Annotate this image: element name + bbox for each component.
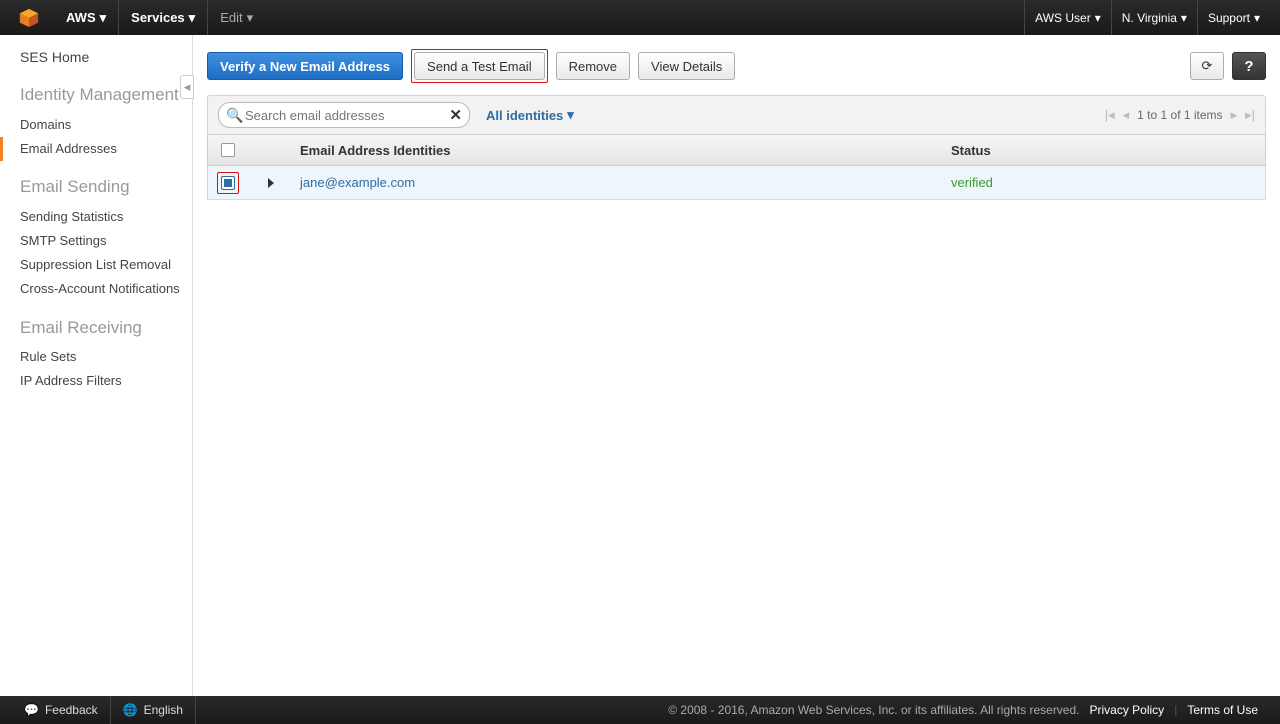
select-all-checkbox[interactable] [221, 143, 235, 157]
ses-home-link[interactable]: SES Home [20, 49, 192, 65]
help-icon: ? [1244, 58, 1253, 75]
sidebar-item-smtp-settings[interactable]: SMTP Settings [20, 229, 192, 253]
page-last-icon[interactable]: ▸| [1245, 107, 1255, 123]
help-button[interactable]: ? [1232, 52, 1266, 80]
identity-email-link[interactable]: jane@example.com [300, 175, 415, 190]
search-wrap: 🔍 ✕ [218, 102, 470, 128]
region-menu[interactable]: N. Virginia ▾ [1111, 0, 1197, 35]
sidebar-item-email-addresses[interactable]: Email Addresses [20, 137, 192, 161]
search-icon: 🔍 [226, 107, 243, 124]
verify-new-email-button[interactable]: Verify a New Email Address [207, 52, 403, 80]
copyright-text: © 2008 - 2016, Amazon Web Services, Inc.… [668, 703, 1079, 717]
refresh-button[interactable]: ⟳ [1190, 52, 1224, 80]
feedback-label: Feedback [45, 703, 98, 717]
expand-row-icon[interactable] [268, 178, 274, 188]
row-checkbox[interactable] [221, 176, 235, 190]
page-prev-icon[interactable]: ◂ [1123, 107, 1130, 123]
sidebar: SES Home Identity Management Domains Ema… [0, 35, 193, 696]
caret-down-icon: ▾ [1254, 11, 1260, 25]
send-test-email-button[interactable]: Send a Test Email [414, 52, 545, 80]
view-details-button[interactable]: View Details [638, 52, 735, 80]
language-selector[interactable]: 🌐 English [111, 696, 196, 724]
page-next-icon[interactable]: ▸ [1231, 107, 1238, 123]
terms-of-use-link[interactable]: Terms of Use [1177, 703, 1268, 717]
sidebar-item-rule-sets[interactable]: Rule Sets [20, 345, 192, 369]
status-verified: verified [951, 175, 993, 190]
sidebar-item-ip-address-filters[interactable]: IP Address Filters [20, 369, 192, 393]
filter-bar: 🔍 ✕ All identities ▾ |◂ ◂ 1 to 1 of 1 it… [207, 95, 1266, 134]
caret-down-icon: ▾ [189, 10, 196, 26]
sidebar-item-domains[interactable]: Domains [20, 113, 192, 137]
account-menu[interactable]: AWS User ▾ [1024, 0, 1111, 35]
pager-text: 1 to 1 of 1 items [1137, 108, 1222, 122]
top-nav: AWS ▾ Services ▾ Edit ▾ AWS User ▾ N. Vi… [0, 0, 1280, 35]
sidebar-item-suppression-list-removal[interactable]: Suppression List Removal [20, 253, 192, 277]
edit-label: Edit [220, 10, 242, 25]
privacy-policy-link[interactable]: Privacy Policy [1080, 703, 1175, 717]
caret-down-icon: ▾ [1181, 11, 1187, 25]
edit-menu[interactable]: Edit ▾ [207, 0, 265, 35]
pagination: |◂ ◂ 1 to 1 of 1 items ▸ ▸| [1105, 107, 1255, 123]
caret-down-icon: ▾ [1095, 11, 1101, 25]
main-content: Verify a New Email Address Send a Test E… [193, 35, 1280, 696]
table-header: Email Address Identities Status [207, 134, 1266, 166]
section-email-sending: Email Sending [20, 177, 192, 197]
section-email-receiving: Email Receiving [20, 318, 192, 338]
column-header-identity[interactable]: Email Address Identities [294, 143, 945, 158]
caret-down-icon: ▾ [100, 10, 107, 26]
support-menu[interactable]: Support ▾ [1197, 0, 1270, 35]
refresh-icon: ⟳ [1202, 58, 1213, 74]
caret-down-icon: ▾ [247, 10, 254, 26]
section-identity-management: Identity Management [20, 85, 192, 105]
column-header-status[interactable]: Status [945, 143, 1265, 158]
remove-button[interactable]: Remove [556, 52, 630, 80]
services-menu[interactable]: Services ▾ [118, 0, 207, 35]
feedback-icon: 💬 [24, 703, 39, 717]
identity-filter-dropdown[interactable]: All identities ▾ [486, 107, 574, 123]
user-label: AWS User [1035, 11, 1091, 25]
filter-label: All identities [486, 108, 563, 123]
table-row[interactable]: jane@example.com verified [207, 166, 1266, 200]
row-checkbox-highlight [217, 172, 239, 194]
language-label: English [144, 703, 183, 717]
feedback-link[interactable]: 💬 Feedback [12, 696, 111, 724]
sidebar-item-sending-statistics[interactable]: Sending Statistics [20, 205, 192, 229]
sidebar-collapse-handle[interactable]: ◂ [180, 75, 194, 99]
brand-menu[interactable]: AWS ▾ [54, 0, 118, 35]
support-label: Support [1208, 11, 1250, 25]
region-label: N. Virginia [1122, 11, 1177, 25]
chevron-down-icon: ▾ [567, 107, 574, 123]
page-first-icon[interactable]: |◂ [1105, 107, 1115, 123]
action-toolbar: Verify a New Email Address Send a Test E… [207, 49, 1266, 83]
clear-search-icon[interactable]: ✕ [449, 106, 462, 124]
sidebar-item-cross-account-notifications[interactable]: Cross-Account Notifications [20, 277, 192, 301]
brand-label: AWS [66, 10, 96, 25]
send-test-email-highlight: Send a Test Email [411, 49, 548, 83]
footer: 💬 Feedback 🌐 English © 2008 - 2016, Amaz… [0, 696, 1280, 724]
services-label: Services [131, 10, 185, 25]
search-input[interactable] [218, 102, 470, 128]
aws-cube-logo[interactable] [18, 7, 40, 29]
globe-icon: 🌐 [123, 703, 138, 717]
